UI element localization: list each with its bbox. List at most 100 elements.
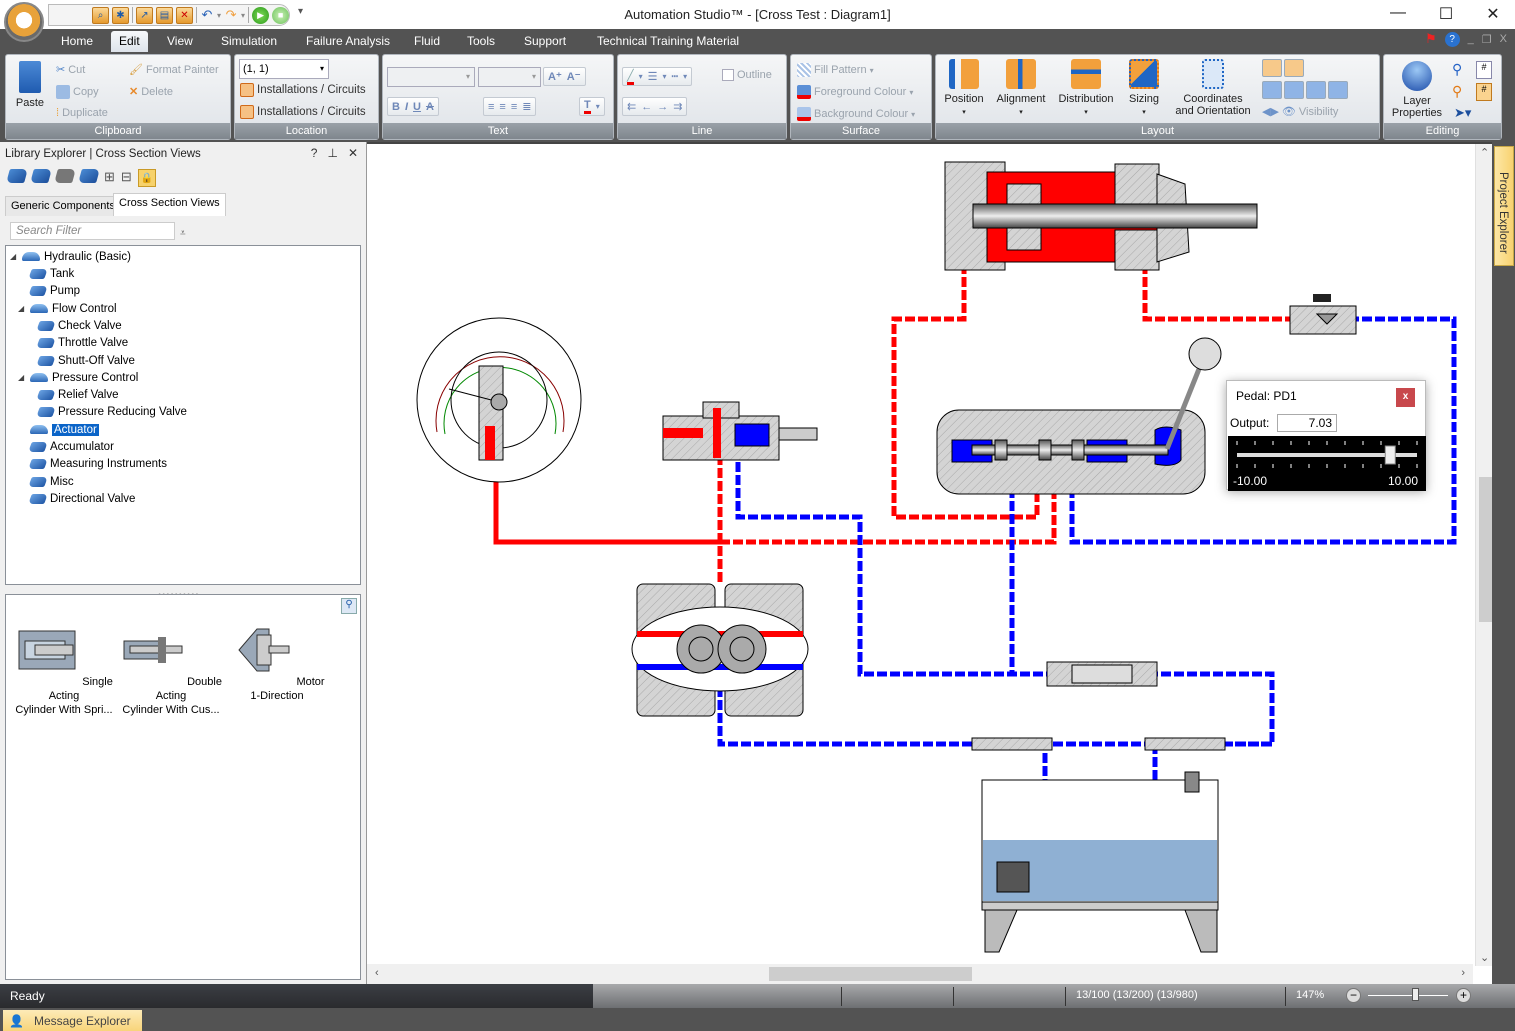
preview-item[interactable]: Single Acting Cylinder With Spri... — [11, 625, 117, 717]
zoom-in-button[interactable]: + — [1456, 988, 1471, 1003]
underline-button[interactable]: U — [413, 101, 421, 113]
bring-front-icon[interactable] — [1262, 59, 1282, 77]
font-combo[interactable]: ▾ — [387, 67, 475, 87]
library-properties-icon[interactable] — [54, 169, 76, 183]
vertical-scroll-thumb[interactable] — [1479, 477, 1492, 622]
checkbox-icon[interactable] — [722, 69, 734, 81]
expand-arrow-icon[interactable]: ◢ — [18, 304, 26, 313]
order-3-icon[interactable] — [1306, 81, 1326, 99]
line-weight-icon[interactable]: ☰ — [648, 70, 658, 83]
installations-circuits-1[interactable]: Installations / Circuits — [240, 83, 366, 97]
arrow-right-icon[interactable]: → — [657, 101, 668, 113]
tree-item[interactable]: ◢ Flow Control — [18, 300, 117, 317]
collapse-all-icon[interactable]: ⊟ — [121, 169, 132, 187]
pedal-slider[interactable]: -10.00 10.00 — [1228, 436, 1426, 491]
pedal-slider-track[interactable] — [1228, 436, 1426, 474]
tag-numbering-icon[interactable]: # — [1476, 83, 1492, 101]
line-dash-icon[interactable]: ┅ — [672, 70, 679, 83]
library-icon[interactable] — [78, 169, 100, 183]
search-filter-input[interactable]: Search Filter — [10, 222, 175, 240]
menu-home[interactable]: Home — [53, 29, 101, 52]
justify-icon[interactable]: ≣ — [522, 100, 531, 113]
preview-item[interactable]: Double Acting Cylinder With Cus... — [118, 625, 224, 717]
menu-failure-analysis[interactable]: Failure Analysis — [298, 29, 398, 52]
pedal-close-button[interactable]: x — [1396, 388, 1415, 407]
scroll-right-icon[interactable]: › — [1461, 967, 1465, 979]
tree-item[interactable]: Measuring Instruments — [28, 455, 167, 472]
reservoir-tank[interactable] — [971, 737, 1226, 953]
doc-minimize-icon[interactable]: _ — [1468, 33, 1474, 45]
menu-view[interactable]: View — [159, 29, 201, 52]
help-icon[interactable]: ? — [1444, 31, 1460, 47]
menu-tools[interactable]: Tools — [459, 29, 503, 52]
tab-cross-section-views[interactable]: Cross Section Views — [113, 193, 226, 216]
tree-item[interactable]: Accumulator — [28, 438, 114, 455]
line-color-button[interactable]: ╱ ▾ ☰ ▾ ┅ ▾ — [622, 67, 693, 86]
arrow-style-buttons[interactable]: ⇇ ← → ⇉ — [622, 97, 688, 116]
menu-support[interactable]: Support — [516, 29, 574, 52]
arrow-left-icon[interactable]: ← — [641, 101, 652, 113]
expand-all-icon[interactable]: ⊞ — [104, 169, 115, 187]
foreground-colour-button[interactable]: Foreground Colour ▾ — [797, 85, 913, 99]
zoom-slider[interactable] — [1368, 995, 1448, 996]
text-color-button[interactable]: T ▾ — [579, 97, 605, 116]
zoom-slider-thumb[interactable] — [1412, 988, 1419, 1001]
fill-pattern-button[interactable]: Fill Pattern ▾ — [797, 63, 874, 77]
flag-icon[interactable]: ⚑ — [1425, 31, 1437, 47]
align-right-icon[interactable]: ≡ — [511, 101, 517, 113]
double-acting-cylinder[interactable] — [944, 161, 1258, 271]
bold-button[interactable]: B — [392, 101, 400, 113]
horizontal-scroll-thumb[interactable] — [769, 967, 972, 981]
shut-off-valve[interactable] — [1289, 294, 1357, 335]
minimize-button[interactable]: — — [1383, 4, 1413, 24]
tree-item[interactable]: Throttle Valve — [36, 334, 128, 351]
new-library-icon[interactable] — [6, 169, 28, 183]
align-left-icon[interactable]: ≡ — [488, 101, 494, 113]
replace-icon[interactable]: ⚲ — [1452, 83, 1462, 100]
alignment-button[interactable]: Alignment ▾ — [991, 59, 1051, 119]
installations-circuits-2[interactable]: Installations / Circuits — [240, 105, 366, 119]
tree-item[interactable]: Tank — [28, 265, 74, 282]
doc-restore-icon[interactable]: ❐ — [1482, 33, 1492, 46]
expand-arrow-icon[interactable]: ◢ — [18, 373, 26, 382]
open-library-icon[interactable] — [30, 169, 52, 183]
app-logo[interactable] — [4, 2, 44, 42]
slider-thumb[interactable] — [1384, 445, 1396, 465]
delete-button[interactable]: ✕ Delete — [129, 85, 173, 99]
tree-item[interactable]: Pump — [28, 282, 80, 299]
align-center-icon[interactable]: ≡ — [499, 101, 505, 113]
strike-button[interactable]: A — [426, 101, 434, 113]
pressure-relief-valve[interactable] — [662, 401, 818, 461]
close-button[interactable]: ✕ — [1478, 4, 1508, 24]
preview-item[interactable]: Motor 1-Direction — [224, 625, 330, 703]
tree-item[interactable]: ◢ Hydraulic (Basic) — [10, 248, 131, 265]
zoom-out-button[interactable]: − — [1346, 988, 1361, 1003]
paste-button[interactable]: Paste — [12, 61, 48, 109]
help-icon[interactable]: ? — [311, 146, 318, 160]
menu-edit[interactable]: Edit — [111, 31, 148, 52]
tab-generic-components[interactable]: Generic Components — [5, 196, 121, 216]
lock-icon[interactable]: 🔒 — [137, 169, 156, 187]
tree-item[interactable]: Shutt-Off Valve — [36, 352, 135, 369]
filter-options-icon[interactable]: ⩡ — [180, 228, 186, 239]
menu-technical-training[interactable]: Technical Training Material — [589, 29, 747, 52]
tree-item[interactable]: Check Valve — [36, 317, 122, 334]
tree-item[interactable]: ◢ Pressure Control — [18, 369, 138, 386]
coordinates-orientation-button[interactable]: Coordinates and Orientation — [1168, 59, 1258, 117]
sizing-button[interactable]: Sizing ▾ — [1122, 59, 1166, 119]
scroll-down-icon[interactable]: ⌄ — [1480, 951, 1489, 964]
order-2-icon[interactable] — [1284, 81, 1304, 99]
menu-simulation[interactable]: Simulation — [213, 29, 285, 52]
select-pointer-icon[interactable]: ➤▾ — [1454, 105, 1471, 121]
scroll-left-icon[interactable]: ‹ — [375, 967, 379, 979]
expand-arrow-icon[interactable]: ◢ — [10, 252, 18, 261]
background-colour-button[interactable]: Background Colour ▾ — [797, 107, 915, 121]
pin-icon[interactable]: ⊥ — [327, 146, 337, 160]
position-button[interactable]: Position ▾ — [940, 59, 988, 119]
format-painter-button[interactable]: 🖌 Format Painter — [129, 63, 219, 77]
outline-checkbox[interactable]: Outline — [722, 69, 772, 81]
flip-icon[interactable]: ◀▶ — [1262, 105, 1279, 118]
project-explorer-tab[interactable]: Project Explorer — [1494, 146, 1514, 266]
output-field[interactable]: 7.03 — [1277, 414, 1337, 432]
coordinates-combo[interactable]: (1, 1) ▾ — [239, 59, 329, 79]
